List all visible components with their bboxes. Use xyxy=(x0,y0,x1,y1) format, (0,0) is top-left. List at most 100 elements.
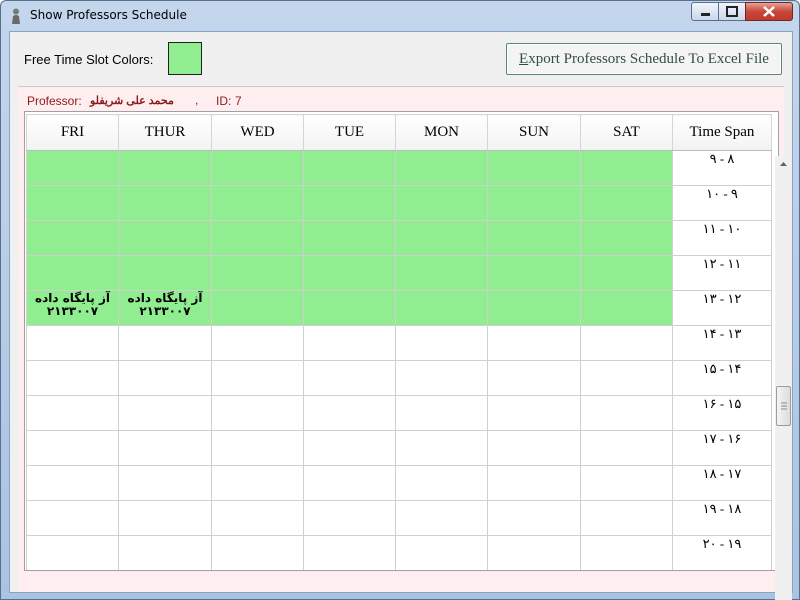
column-header-thur[interactable]: THUR xyxy=(118,114,212,151)
slot-cell-sun[interactable] xyxy=(487,395,581,431)
slot-cell-mon[interactable] xyxy=(395,395,488,431)
slot-cell-thur[interactable] xyxy=(118,395,212,431)
free-slot-cell-wed[interactable] xyxy=(211,290,304,326)
slot-cell-thur[interactable] xyxy=(118,465,212,501)
slot-cell-sun[interactable] xyxy=(487,360,581,396)
column-header-time-span[interactable]: Time Span xyxy=(672,114,772,151)
slot-cell-mon[interactable] xyxy=(395,465,488,501)
slot-cell-sun[interactable] xyxy=(487,430,581,466)
slot-cell-sun[interactable] xyxy=(487,325,581,361)
free-slot-cell-sat[interactable] xyxy=(580,255,673,291)
free-slot-cell-fri[interactable] xyxy=(26,220,119,256)
slot-cell-mon[interactable] xyxy=(395,500,488,536)
slot-cell-wed[interactable] xyxy=(211,465,304,501)
slot-cell-tue[interactable] xyxy=(303,395,396,431)
free-slot-cell-tue[interactable] xyxy=(303,185,396,221)
free-slot-cell-sun[interactable] xyxy=(487,255,581,291)
free-slot-cell-tue[interactable] xyxy=(303,220,396,256)
column-header-wed[interactable]: WED xyxy=(211,114,304,151)
free-slot-cell-thur[interactable] xyxy=(118,220,212,256)
slot-cell-fri[interactable] xyxy=(26,500,119,536)
slot-cell-wed[interactable] xyxy=(211,535,304,570)
free-slot-cell-fri[interactable] xyxy=(26,255,119,291)
free-slot-cell-sat[interactable] xyxy=(580,220,673,256)
slot-cell-fri[interactable] xyxy=(26,430,119,466)
free-slot-cell-sun[interactable] xyxy=(487,185,581,221)
free-slot-cell-thur[interactable] xyxy=(118,255,212,291)
slot-cell-fri[interactable] xyxy=(26,465,119,501)
scroll-thumb[interactable] xyxy=(776,386,791,426)
course-cell-thur[interactable]: آز پایگاه داده ۲۱۳۳۰۰۷ xyxy=(118,290,212,326)
slot-cell-mon[interactable] xyxy=(395,535,488,570)
free-slot-cell-sat[interactable] xyxy=(580,185,673,221)
export-excel-button[interactable]: Export Professors Schedule To Excel File xyxy=(506,43,782,75)
slot-cell-mon[interactable] xyxy=(395,360,488,396)
free-slot-cell-wed[interactable] xyxy=(211,150,304,186)
title-bar[interactable]: Show Professors Schedule xyxy=(1,1,799,31)
slot-cell-sat[interactable] xyxy=(580,500,673,536)
course-cell-fri[interactable]: آز پایگاه داده ۲۱۳۳۰۰۷ xyxy=(26,290,119,326)
free-slot-cell-tue[interactable] xyxy=(303,255,396,291)
scroll-up-button[interactable] xyxy=(775,156,792,173)
maximize-button[interactable] xyxy=(718,2,746,21)
slot-cell-sun[interactable] xyxy=(487,465,581,501)
slot-cell-wed[interactable] xyxy=(211,325,304,361)
slot-cell-fri[interactable] xyxy=(26,535,119,570)
free-slot-cell-sun[interactable] xyxy=(487,150,581,186)
minimize-button[interactable] xyxy=(691,2,719,21)
free-slot-cell-thur[interactable] xyxy=(118,185,212,221)
free-slot-cell-fri[interactable] xyxy=(26,185,119,221)
slot-cell-thur[interactable] xyxy=(118,325,212,361)
free-slot-cell-mon[interactable] xyxy=(395,220,488,256)
free-slot-cell-wed[interactable] xyxy=(211,255,304,291)
slot-cell-tue[interactable] xyxy=(303,465,396,501)
slot-cell-fri[interactable] xyxy=(26,360,119,396)
free-slot-cell-sun[interactable] xyxy=(487,290,581,326)
column-header-tue[interactable]: TUE xyxy=(303,114,396,151)
slot-cell-sun[interactable] xyxy=(487,535,581,570)
slot-cell-sat[interactable] xyxy=(580,325,673,361)
free-slot-cell-sun[interactable] xyxy=(487,220,581,256)
free-slot-cell-thur[interactable] xyxy=(118,150,212,186)
slot-cell-thur[interactable] xyxy=(118,535,212,570)
free-slot-cell-tue[interactable] xyxy=(303,150,396,186)
slot-cell-tue[interactable] xyxy=(303,535,396,570)
free-slot-cell-fri[interactable] xyxy=(26,150,119,186)
slot-cell-fri[interactable] xyxy=(26,325,119,361)
close-button[interactable] xyxy=(745,2,793,21)
free-slot-cell-sat[interactable] xyxy=(580,150,673,186)
slot-cell-sat[interactable] xyxy=(580,360,673,396)
free-slot-cell-tue[interactable] xyxy=(303,290,396,326)
column-header-sat[interactable]: SAT xyxy=(580,114,673,151)
slot-cell-sat[interactable] xyxy=(580,535,673,570)
scroll-down-button[interactable] xyxy=(775,593,792,600)
column-header-sun[interactable]: SUN xyxy=(487,114,581,151)
slot-cell-fri[interactable] xyxy=(26,395,119,431)
slot-cell-thur[interactable] xyxy=(118,360,212,396)
slot-cell-wed[interactable] xyxy=(211,500,304,536)
slot-cell-mon[interactable] xyxy=(395,325,488,361)
slot-cell-sat[interactable] xyxy=(580,430,673,466)
free-slot-cell-mon[interactable] xyxy=(395,255,488,291)
slot-cell-thur[interactable] xyxy=(118,430,212,466)
column-header-mon[interactable]: MON xyxy=(395,114,488,151)
slot-cell-tue[interactable] xyxy=(303,430,396,466)
slot-cell-tue[interactable] xyxy=(303,325,396,361)
free-slot-cell-mon[interactable] xyxy=(395,290,488,326)
slot-cell-thur[interactable] xyxy=(118,500,212,536)
free-slot-cell-mon[interactable] xyxy=(395,185,488,221)
slot-cell-mon[interactable] xyxy=(395,430,488,466)
slot-cell-tue[interactable] xyxy=(303,360,396,396)
slot-cell-sat[interactable] xyxy=(580,465,673,501)
slot-cell-wed[interactable] xyxy=(211,430,304,466)
free-slot-cell-mon[interactable] xyxy=(395,150,488,186)
free-slot-cell-wed[interactable] xyxy=(211,220,304,256)
vertical-scrollbar[interactable] xyxy=(775,156,792,600)
slot-cell-tue[interactable] xyxy=(303,500,396,536)
free-slot-cell-sat[interactable] xyxy=(580,290,673,326)
slot-cell-wed[interactable] xyxy=(211,395,304,431)
slot-cell-sat[interactable] xyxy=(580,395,673,431)
slot-cell-sun[interactable] xyxy=(487,500,581,536)
slot-cell-wed[interactable] xyxy=(211,360,304,396)
column-header-fri[interactable]: FRI xyxy=(26,114,119,151)
